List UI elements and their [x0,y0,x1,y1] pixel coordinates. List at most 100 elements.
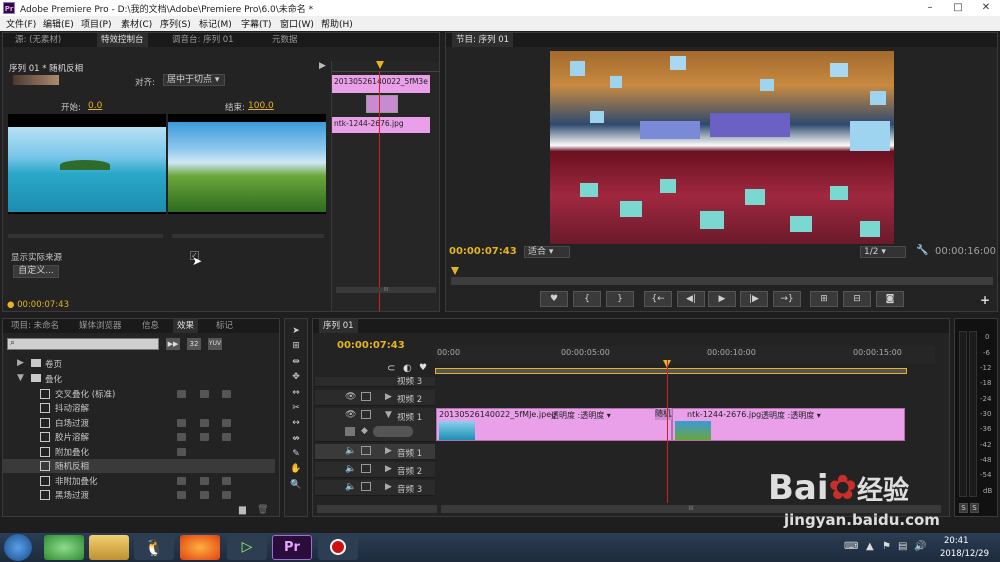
lock-icon[interactable] [361,410,371,419]
folder-page-peel[interactable]: ▶ 卷页 [17,357,277,371]
solo-right-button[interactable]: S [970,503,979,513]
solo-left-button[interactable]: S [959,503,968,513]
slide-tool-icon[interactable]: ⇎ [289,434,303,447]
track-select-tool-icon[interactable]: ⊞ [289,341,303,354]
expand-arrow-icon[interactable]: ▶ [385,464,392,474]
end-slider[interactable] [172,234,324,238]
record-app-icon[interactable] [318,535,358,560]
mark-in-button[interactable]: { [573,291,601,307]
clip-a[interactable]: 20130526140022_5fMJe.jpeg 透明度 :透明度 ▾ [436,408,672,441]
work-area-bar[interactable] [435,368,907,374]
speaker-icon[interactable]: 🔈 [345,464,356,474]
accelerated-effects-icon[interactable]: ▶▶ [166,338,180,350]
settings-wrench-icon[interactable]: 🔧 [916,245,928,256]
timeline-timecode[interactable]: 00:00:07:43 [337,340,405,351]
menu-edit[interactable]: 编辑(E) [43,17,74,30]
mini-clip-a[interactable]: 20130526140022_5fM3e [332,75,430,93]
slip-tool-icon[interactable]: ↔ [289,418,303,431]
effect-item[interactable]: 交叉叠化 (标准) [3,387,275,401]
flag-icon[interactable]: ⚑ [882,541,891,552]
add-marker-button[interactable]: ♥ [540,291,568,307]
tab-markers[interactable]: 标记 [212,319,237,333]
tab-sequence[interactable]: 序列 01 [319,319,358,333]
clock-date[interactable]: 2018/12/29 [940,549,989,559]
go-to-out-button[interactable]: →} [773,291,801,307]
tab-media-browser[interactable]: 媒体浏览器 [75,319,126,333]
keyframe-icon[interactable]: ◆ [361,426,368,436]
selection-tool-icon[interactable]: ➤ [289,326,303,339]
step-forward-button[interactable]: |▶ [740,291,768,307]
tab-audio-mixer[interactable]: 调音台: 序列 01 [168,33,238,47]
razor-tool-icon[interactable]: ✂ [289,403,303,416]
start-button-icon[interactable] [4,534,32,561]
lift-button[interactable]: ⊞ [810,291,838,307]
start-slider[interactable] [8,234,163,238]
qq-icon[interactable]: 🐧 [134,535,174,560]
folder-dissolve[interactable]: ▼ 叠化 [17,372,277,386]
expand-arrow-icon[interactable]: ▶ [385,446,392,456]
folder-app-icon[interactable] [89,535,129,560]
mini-clip-b[interactable]: ntk-1244-2676.jpg [332,117,430,133]
keyframe-nav[interactable] [373,426,413,437]
tab-project[interactable]: 项目: 未命名 [7,319,63,333]
start-value[interactable]: 0.0 [88,101,102,111]
menu-clip[interactable]: 素材(C) [121,17,152,30]
step-back-button[interactable]: ◀| [677,291,705,307]
tray-arrow-icon[interactable]: ▲ [866,541,874,552]
yuv-effects-icon[interactable]: YUV [208,338,222,350]
tab-metadata[interactable]: 元数据 [268,33,302,47]
rate-stretch-tool-icon[interactable]: ⇔ [289,388,303,401]
menu-marker[interactable]: 标记(M) [199,17,232,30]
mark-out-button[interactable]: } [606,291,634,307]
network-icon[interactable]: ▤ [898,541,907,552]
mini-transition[interactable] [366,95,398,113]
32bit-effects-icon[interactable]: 32 [187,338,201,350]
play-button[interactable]: ▶ [708,291,736,307]
track-scrollbar[interactable] [317,505,437,513]
mini-playhead-icon[interactable] [376,61,384,69]
time-ruler[interactable]: 00:00 00:00:05:00 00:00:10:00 00:00:15:0… [435,346,935,364]
fit-dropdown[interactable]: 适合 ▾ [524,246,570,258]
quality-dropdown[interactable]: 1/2 ▾ [860,246,906,258]
lock-icon[interactable] [361,392,371,401]
tab-info[interactable]: 信息 [138,319,163,333]
add-marker-icon[interactable]: ♥ [419,363,427,373]
mini-scrollbar[interactable]: III [336,287,436,293]
effect-item[interactable]: 胶片溶解 [3,430,275,444]
effect-item-selected[interactable]: 随机反相 [3,459,275,473]
lock-icon[interactable] [361,482,371,491]
premiere-taskbar-icon[interactable]: Pr [272,535,312,560]
media-app-icon[interactable]: ▷ [227,535,267,560]
program-timecode[interactable]: 00:00:07:43 [449,246,517,257]
tab-program[interactable]: 节目: 序列 01 [452,33,514,47]
eye-icon[interactable]: 👁 [345,392,356,402]
volume-icon[interactable]: 🔊 [914,541,926,552]
lock-icon[interactable] [361,446,371,455]
extract-button[interactable]: ⊟ [843,291,871,307]
speaker-icon[interactable]: 🔈 [345,446,356,456]
custom-button[interactable]: 自定义... [13,265,59,278]
effect-item[interactable]: 白场过渡 [3,416,275,430]
clip-b[interactable]: ntk-1244-2676.jpg 透明度 :透明度 ▾ [672,408,905,441]
menu-window[interactable]: 窗口(W) [280,17,314,30]
tab-effects[interactable]: 效果 [173,319,199,333]
snap-icon[interactable]: ⊂ [387,363,395,374]
effects-search-input[interactable]: ⌕ [7,338,159,350]
hand-tool-icon[interactable]: ✋ [289,464,303,477]
menu-project[interactable]: 项目(P) [81,17,111,30]
rolling-edit-tool-icon[interactable]: ✥ [289,372,303,385]
speaker-icon[interactable]: 🔈 [345,482,356,492]
program-playhead-icon[interactable] [451,267,459,275]
effect-item[interactable]: 非附加叠化 [3,474,275,488]
collapse-arrow-icon[interactable]: ▼ [385,410,392,420]
menu-help[interactable]: 帮助(H) [321,17,353,30]
maximize-icon[interactable]: □ [944,0,972,16]
add-button-icon[interactable]: + [980,293,990,307]
keyboard-icon[interactable]: ⌨ [844,541,858,552]
app-icon-360[interactable] [44,535,84,560]
effect-item[interactable]: 附加叠化 [3,445,275,459]
effect-item[interactable]: 抖动溶解 [3,401,275,415]
export-frame-button[interactable]: ◙ [876,291,904,307]
go-to-in-button[interactable]: {← [644,291,672,307]
menu-sequence[interactable]: 序列(S) [160,17,191,30]
